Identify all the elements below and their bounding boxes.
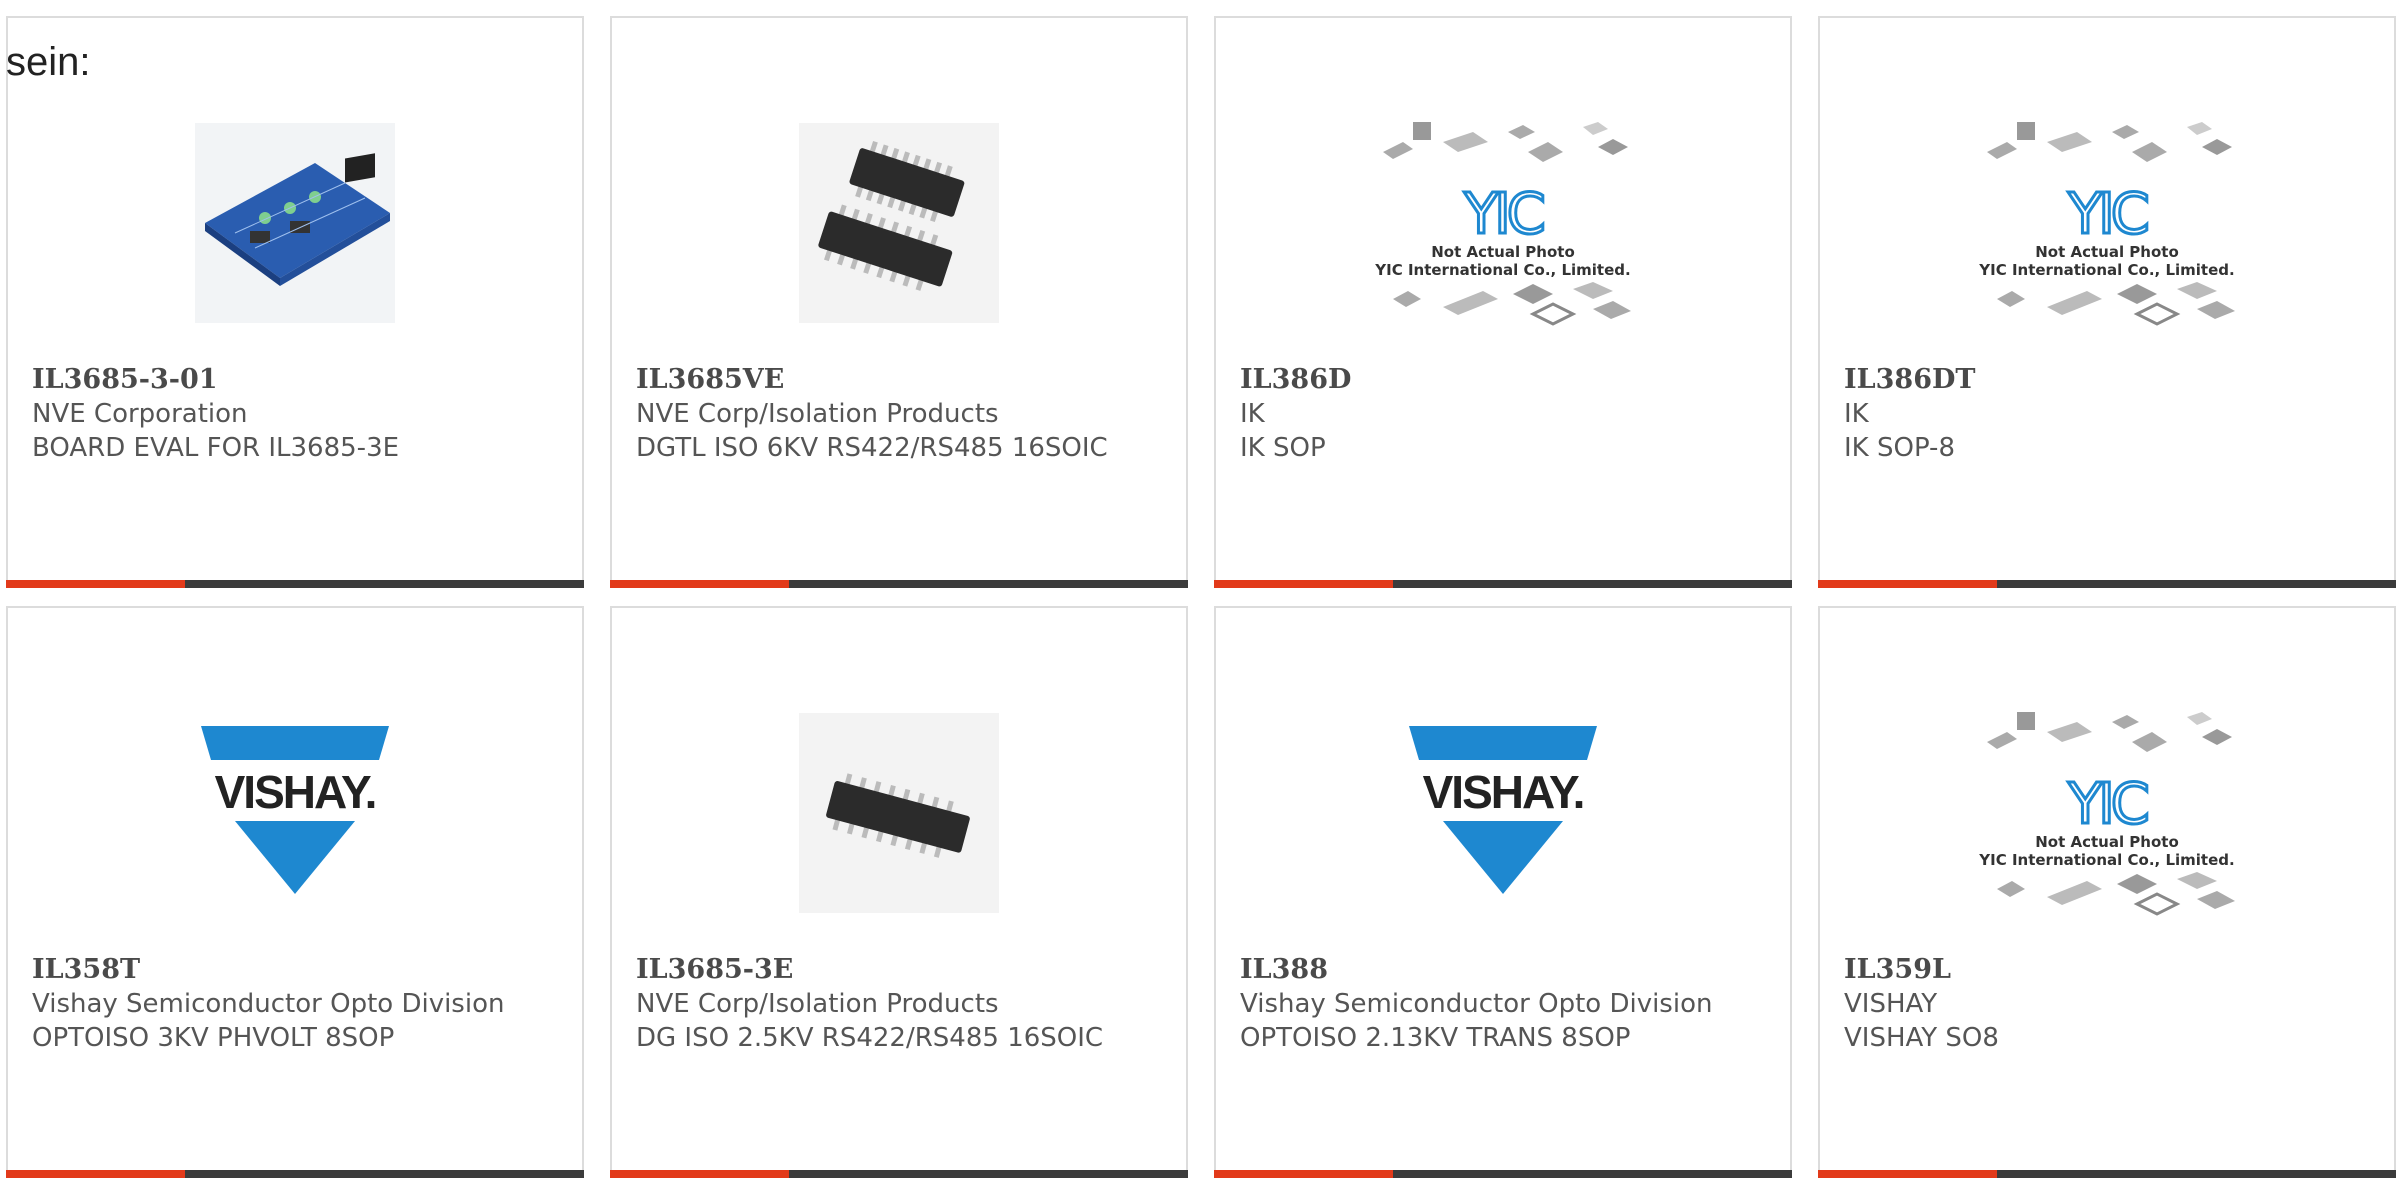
card-accent-bar [610, 1170, 790, 1178]
product-info: IL386DT IK IK SOP-8 [1844, 363, 2370, 465]
yic-logo-icon: YIC [2067, 182, 2152, 247]
product-card-il358t[interactable]: VISHAY. IL358T Vishay Semiconductor Opto… [6, 606, 584, 1178]
manufacturer: NVE Corporation [32, 399, 248, 429]
product-info: IL388 Vishay Semiconductor Opto Division… [1240, 953, 1766, 1055]
product-card-il359l[interactable]: YIC Not Actual Photo YIC International C… [1818, 606, 2396, 1178]
yic-caption-line2: YIC International Co., Limited. [1979, 261, 2235, 279]
yic-caption-line2: YIC International Co., Limited. [1979, 851, 2235, 869]
part-number[interactable]: IL359L [1844, 953, 2370, 987]
description: OPTOISO 2.13KV TRANS 8SOP [1240, 1023, 1631, 1053]
card-accent-bar [1818, 580, 1998, 588]
card-accent-bar [610, 580, 790, 588]
yic-logo-icon: YIC [2067, 772, 2152, 837]
manufacturer: IK [1844, 399, 1869, 429]
description: DGTL ISO 6KV RS422/RS485 16SOIC [636, 433, 1108, 463]
product-info: IL3685-3E NVE Corp/Isolation Products DG… [636, 953, 1162, 1055]
manufacturer: VISHAY [1844, 989, 1938, 1019]
description: DG ISO 2.5KV RS422/RS485 16SOIC [636, 1023, 1104, 1053]
product-image[interactable] [612, 668, 1186, 958]
description: BOARD EVAL FOR IL3685-3E [32, 433, 400, 463]
card-bottom-bar [610, 1170, 1188, 1178]
manufacturer: Vishay Semiconductor Opto Division [1240, 989, 1713, 1019]
description: IK SOP [1240, 433, 1326, 463]
card-bottom-bar [6, 1170, 584, 1178]
description: IK SOP-8 [1844, 433, 1955, 463]
card-accent-bar [1214, 580, 1394, 588]
part-number[interactable]: IL386DT [1844, 363, 2370, 397]
part-number[interactable]: IL3685-3E [636, 953, 1162, 987]
yic-placeholder-icon: YIC Not Actual Photo YIC International C… [1967, 688, 2247, 938]
product-image[interactable] [8, 78, 582, 368]
manufacturer: NVE Corp/Isolation Products [636, 399, 999, 429]
card-bottom-bar [1214, 580, 1792, 588]
card-bottom-bar [1818, 1170, 2396, 1178]
yic-placeholder-icon: YIC Not Actual Photo YIC International C… [1363, 98, 1643, 348]
ic-chip-icon [799, 713, 999, 913]
manufacturer: Vishay Semiconductor Opto Division [32, 989, 505, 1019]
description: VISHAY SO8 [1844, 1023, 1999, 1053]
part-number[interactable]: IL358T [32, 953, 558, 987]
product-info: IL3685-3-01 NVE Corporation BOARD EVAL F… [32, 363, 558, 465]
card-accent-bar [6, 1170, 186, 1178]
product-image[interactable] [612, 78, 1186, 368]
ic-chip-icon [799, 123, 999, 323]
product-info: IL359L VISHAY VISHAY SO8 [1844, 953, 2370, 1055]
card-bottom-bar [6, 580, 584, 588]
evaluation-board-icon [195, 123, 395, 323]
manufacturer: NVE Corp/Isolation Products [636, 989, 999, 1019]
description: OPTOISO 3KV PHVOLT 8SOP [32, 1023, 395, 1053]
product-card-il386dt[interactable]: YIC Not Actual Photo YIC International C… [1818, 16, 2396, 588]
intro-text: sein: [6, 40, 91, 84]
card-accent-bar [1214, 1170, 1394, 1178]
product-image[interactable]: VISHAY. [8, 668, 582, 958]
yic-caption-line1: Not Actual Photo [2035, 243, 2179, 261]
product-card-il3685-3e[interactable]: IL3685-3E NVE Corp/Isolation Products DG… [610, 606, 1188, 1178]
yic-caption-line1: Not Actual Photo [1431, 243, 1575, 261]
card-accent-bar [1818, 1170, 1998, 1178]
product-image[interactable]: YIC Not Actual Photo YIC International C… [1216, 78, 1790, 368]
card-bottom-bar [1818, 580, 2396, 588]
product-card-il3685ve[interactable]: IL3685VE NVE Corp/Isolation Products DGT… [610, 16, 1188, 588]
product-card-il3685-3-01[interactable]: IL3685-3-01 NVE Corporation BOARD EVAL F… [6, 16, 584, 588]
part-number[interactable]: IL386D [1240, 363, 1766, 397]
vishay-logo-icon: VISHAY. [195, 726, 395, 900]
yic-placeholder-icon: YIC Not Actual Photo YIC International C… [1967, 98, 2247, 348]
product-card-il386d[interactable]: YIC Not Actual Photo YIC International C… [1214, 16, 1792, 588]
product-info: IL3685VE NVE Corp/Isolation Products DGT… [636, 363, 1162, 465]
yic-caption-line2: YIC International Co., Limited. [1375, 261, 1631, 279]
product-image[interactable]: YIC Not Actual Photo YIC International C… [1820, 668, 2394, 958]
card-bottom-bar [610, 580, 1188, 588]
yic-caption-line1: Not Actual Photo [2035, 833, 2179, 851]
product-image[interactable]: YIC Not Actual Photo YIC International C… [1820, 78, 2394, 368]
part-number[interactable]: IL388 [1240, 953, 1766, 987]
card-accent-bar [6, 580, 186, 588]
manufacturer: IK [1240, 399, 1265, 429]
card-bottom-bar [1214, 1170, 1792, 1178]
product-info: IL386D IK IK SOP [1240, 363, 1766, 465]
svg-text:VISHAY.: VISHAY. [215, 766, 376, 818]
yic-logo-icon: YIC [1463, 182, 1548, 247]
svg-text:VISHAY.: VISHAY. [1423, 766, 1584, 818]
part-number[interactable]: IL3685-3-01 [32, 363, 558, 397]
product-image[interactable]: VISHAY. [1216, 668, 1790, 958]
product-info: IL358T Vishay Semiconductor Opto Divisio… [32, 953, 558, 1055]
product-card-il388[interactable]: VISHAY. IL388 Vishay Semiconductor Opto … [1214, 606, 1792, 1178]
part-number[interactable]: IL3685VE [636, 363, 1162, 397]
vishay-logo-icon: VISHAY. [1403, 726, 1603, 900]
